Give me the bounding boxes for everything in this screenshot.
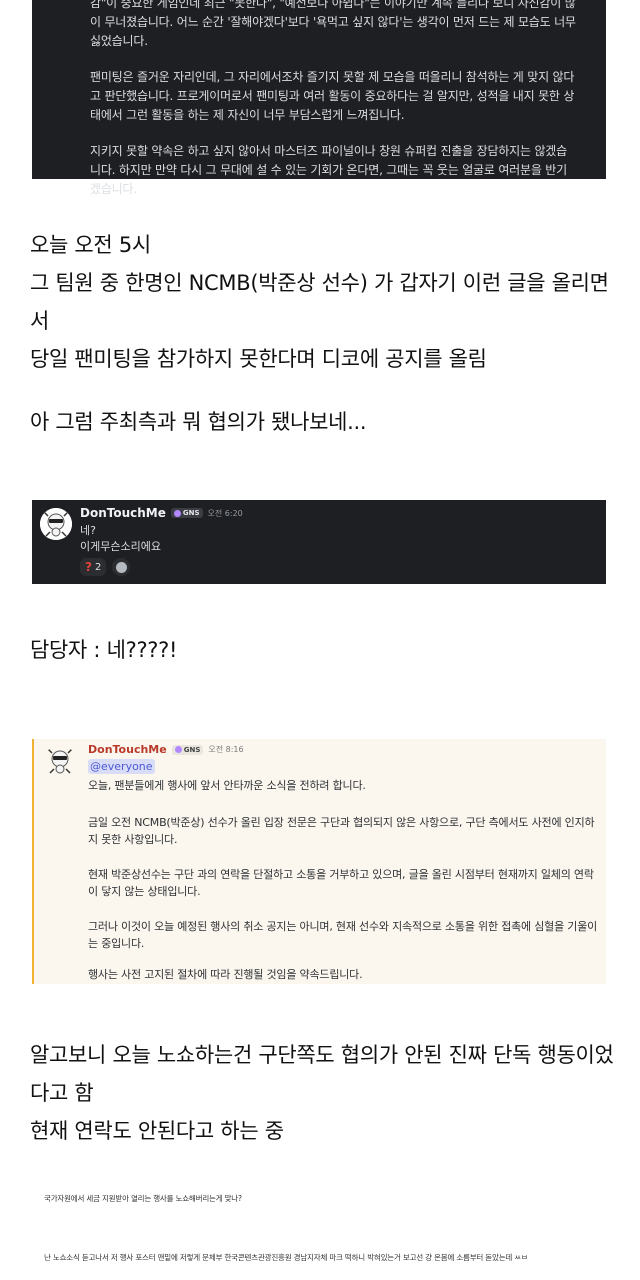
reaction-bar: ? 2 xyxy=(80,558,131,576)
post-text: 오늘 오전 5시 그 팀원 중 한명인 NCMB(박준상 선수) 가 갑자기 이… xyxy=(30,233,609,371)
server-tag: GNS xyxy=(183,745,201,754)
question-reaction[interactable]: ? 2 xyxy=(80,558,107,576)
message-header: DonTouchMe GNS 오전 6:20 xyxy=(80,506,243,520)
message-line: 네? xyxy=(80,524,96,537)
comment-text: 국가자원에서 세금 지원받아 열리는 행사를 노쇼해버리는게 맞나? xyxy=(44,1194,242,1203)
message-line: 이게무슨소리에요 xyxy=(80,540,161,553)
statement-paragraph: 감"이 중요한 게임인데 최근 "못한다", "예전보다 아쉽다"는 이야기만 … xyxy=(90,0,576,48)
timestamp: 오전 8:16 xyxy=(208,745,244,754)
avatar[interactable] xyxy=(44,745,76,777)
post-text-block: 아 그럼 주최측과 뭐 협의가 됐나보네... xyxy=(30,410,367,434)
post-text-block: 담당자 : 네????! xyxy=(30,638,178,662)
post-text: 알고보니 오늘 노쇼하는건 구단쪽도 협의가 안된 진짜 단독 행동이었다고 함… xyxy=(30,1043,614,1143)
statement-paragraph: 지키지 못할 약속은 하고 싶지 않아서 마스터즈 파이널이나 창원 슈퍼컵 진… xyxy=(90,144,567,196)
statement-paragraph: 팬미팅은 즐거운 자리인데, 그 자리에서조차 즐기지 못할 제 모습을 떠올리… xyxy=(90,70,575,122)
post-text-block: 오늘 오전 5시 그 팀원 중 한명인 NCMB(박준상 선수) 가 갑자기 이… xyxy=(30,226,615,378)
everyone-mention[interactable]: @everyone xyxy=(88,759,155,774)
server-tag-badge: GNS xyxy=(171,744,204,755)
timestamp: 오전 6:20 xyxy=(207,508,243,518)
smiley-icon xyxy=(115,561,127,573)
notice-paragraph: 행사는 사전 고지된 절차에 따라 진행될 것임을 약속드립니다. xyxy=(88,968,363,981)
server-tag: GNS xyxy=(182,509,200,517)
quoted-statement-panel: 감"이 중요한 게임인데 최근 "못한다", "예전보다 아쉽다"는 이야기만 … xyxy=(32,0,606,196)
tag-icon xyxy=(174,746,182,753)
post-text-block: 알고보니 오늘 노쇼하는건 구단쪽도 협의가 안된 진짜 단독 행동이었다고 함… xyxy=(30,1036,620,1150)
notice-paragraph: 현재 박준상선수는 구단 과의 연락을 단절하고 소통을 거부하고 있으며, 글… xyxy=(88,868,594,898)
discord-announcement-message: DonTouchMe GNS 오전 8:16 @everyone 오늘, 팬분들… xyxy=(32,739,606,984)
reaction-count: 2 xyxy=(94,561,102,573)
username[interactable]: DonTouchMe xyxy=(88,743,167,756)
question-mark-icon: ? xyxy=(85,560,92,574)
server-tag-badge: GNS xyxy=(170,508,203,518)
avatar[interactable] xyxy=(40,508,72,540)
comment-text: 난 노쇼소식 듣고나서 저 행사 포스터 맨밑에 저렇게 문체부 한국콘텐츠관광… xyxy=(44,1253,528,1262)
notice-paragraph: 금일 오전 NCMB(박준상) 선수가 올린 입장 전문은 구단과 협의되지 않… xyxy=(88,816,595,846)
notice-paragraph: 그러나 이것이 오늘 예정된 행사의 취소 공지는 아니며, 현재 선수와 지속… xyxy=(88,920,598,950)
username[interactable]: DonTouchMe xyxy=(80,506,166,520)
tag-icon xyxy=(173,509,181,517)
message-header: DonTouchMe GNS 오전 8:16 xyxy=(88,743,244,756)
add-reaction-button[interactable] xyxy=(112,558,131,576)
notice-paragraph: 오늘, 팬분들에게 행사에 앞서 안타까운 소식을 전하려 합니다. xyxy=(88,779,366,792)
discord-message: DonTouchMe GNS 오전 6:20 네? 이게무슨소리에요 ? 2 xyxy=(32,500,606,584)
